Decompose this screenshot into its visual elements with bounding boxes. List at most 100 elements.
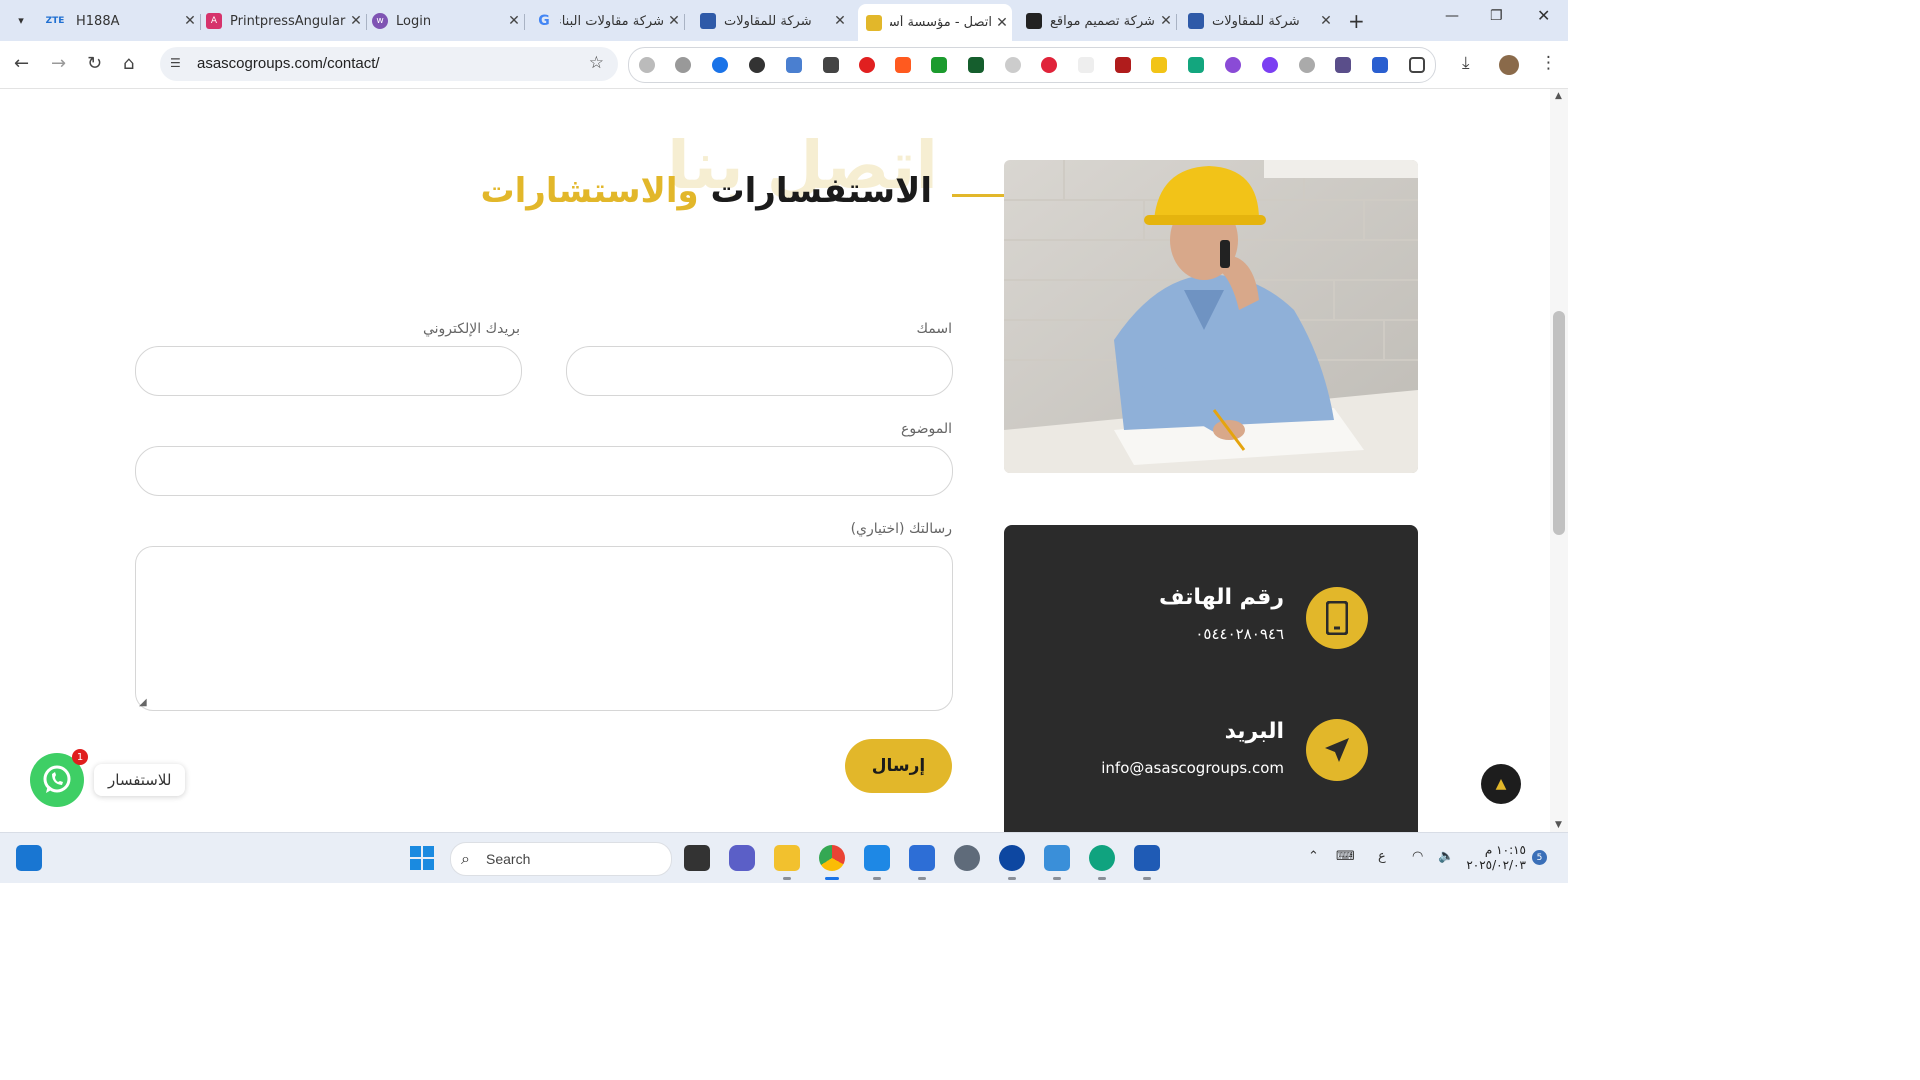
chatgpt-icon[interactable] (1089, 845, 1115, 871)
whatsapp-icon (43, 765, 71, 793)
extension-icon[interactable] (1151, 57, 1167, 73)
chevron-up-icon[interactable]: ⌃ (1308, 849, 1319, 864)
reload-icon[interactable]: ↻ (87, 53, 102, 74)
minimize-icon[interactable]: — (1445, 8, 1459, 24)
avatar[interactable] (1499, 55, 1519, 75)
whatsapp-label[interactable]: للاستفسار (94, 764, 186, 796)
browser-tab[interactable]: شركة للمقاولات ✕ (1188, 6, 1336, 36)
page-scrollbar[interactable]: ▲ ▼ (1550, 89, 1568, 832)
resize-handle-icon[interactable]: ◢ (139, 697, 147, 708)
message-textarea[interactable]: ◢ (135, 546, 953, 711)
system-clock[interactable]: ١٠:١٥ م ٢٠٢٥/٠٢/٠٣ (1466, 843, 1526, 873)
wifi-icon[interactable]: ◠ (1412, 849, 1423, 864)
extension-icon[interactable] (675, 57, 691, 73)
close-icon[interactable]: ✕ (664, 13, 684, 29)
word-icon[interactable] (1134, 845, 1160, 871)
scroll-down-icon[interactable]: ▼ (1555, 820, 1562, 830)
close-icon[interactable]: ✕ (504, 13, 524, 29)
keyboard-icon[interactable]: ⌨ (1336, 849, 1355, 864)
start-windows-icon[interactable] (409, 845, 435, 871)
phone-value[interactable]: ٠٥٤٤٠٢٨٠٩٤٦ (1195, 625, 1284, 643)
email-value[interactable]: info@asascogroups.com (1101, 759, 1284, 777)
site-info-icon[interactable]: ☰ (170, 56, 181, 70)
restore-icon[interactable]: ❐ (1490, 8, 1503, 24)
chrome-icon[interactable] (819, 845, 845, 871)
back-icon[interactable]: ← (14, 53, 29, 74)
close-icon[interactable]: ✕ (180, 13, 200, 29)
browser-tab[interactable]: شركة للمقاولات ✕ (700, 6, 850, 36)
extension-icon[interactable] (1188, 57, 1204, 73)
send-button[interactable]: إرسال (845, 739, 952, 793)
task-view-icon[interactable] (684, 845, 710, 871)
extension-icon[interactable] (1078, 57, 1094, 73)
browser-tab[interactable]: ZTE H188A ✕ (42, 6, 201, 36)
address-bar[interactable]: ☰ asascogroups.com/contact/ ☆ (160, 47, 618, 81)
downloads-icon[interactable]: ⤓ (1462, 53, 1470, 73)
window-close-icon[interactable]: ✕ (1537, 6, 1550, 25)
media-player-icon[interactable] (999, 845, 1025, 871)
extension-icon[interactable] (749, 57, 765, 73)
home-icon[interactable]: ⌂ (123, 53, 134, 74)
phone-title: رقم الهاتف (1158, 585, 1284, 610)
extension-icon[interactable] (1262, 57, 1278, 73)
close-icon[interactable]: ✕ (830, 13, 850, 29)
name-input[interactable] (566, 346, 953, 396)
browser-tab-active[interactable]: اتصل - مؤسسة أساس ✕ (858, 4, 1012, 41)
browser-tab[interactable]: شركة تصميم مواقع ✕ (1026, 6, 1177, 36)
adblock-icon[interactable] (1041, 57, 1057, 73)
search-icon: ⌕ (461, 849, 470, 868)
vscode-icon[interactable] (864, 845, 890, 871)
extension-icon[interactable] (786, 57, 802, 73)
page-title: الاستفسارات والاستشارات (480, 171, 932, 211)
woo-icon: w (372, 13, 388, 29)
powershell-icon[interactable] (909, 845, 935, 871)
input-language[interactable]: ع (1378, 849, 1386, 864)
scroll-up-icon[interactable]: ▲ (1555, 91, 1562, 101)
extension-icon[interactable] (859, 57, 875, 73)
new-tab-button[interactable]: + (1348, 9, 1365, 33)
menu-kebab-icon[interactable]: ⋮ (1540, 53, 1557, 73)
volume-icon[interactable]: 🔈 (1438, 849, 1454, 864)
taskbar-search[interactable]: ⌕ Search (450, 842, 672, 876)
site-icon (1188, 13, 1204, 29)
download-arrow-icon[interactable] (931, 57, 947, 73)
close-icon[interactable]: ✕ (992, 15, 1012, 31)
close-icon[interactable]: ✕ (346, 13, 366, 29)
extension-icon[interactable] (1299, 57, 1315, 73)
browser-tab[interactable]: w Login ✕ (372, 6, 525, 36)
angular-icon: A (206, 13, 222, 29)
tab-search-button[interactable]: ▾ (8, 8, 34, 32)
extension-icon[interactable] (1225, 57, 1241, 73)
url-text[interactable]: asascogroups.com/contact/ (197, 55, 380, 72)
bookmark-star-icon[interactable]: ☆ (589, 53, 604, 73)
extension-icon[interactable] (895, 57, 911, 73)
google-icon: G (538, 13, 550, 29)
extension-icon[interactable] (1335, 57, 1351, 73)
subject-input[interactable] (135, 446, 953, 496)
scrollbar-thumb[interactable] (1553, 311, 1565, 535)
forward-icon[interactable]: → (51, 53, 66, 74)
scroll-to-top-button[interactable]: ▲ (1481, 764, 1521, 804)
browser-tab[interactable]: A PrintpressAngular ✕ (206, 6, 367, 36)
extension-icon[interactable] (639, 57, 655, 73)
browser-tab[interactable]: G شركة مقاولات البناء ✕ (536, 6, 685, 36)
settings-gear-icon[interactable] (954, 845, 980, 871)
email-input[interactable] (135, 346, 522, 396)
teams-icon[interactable] (729, 845, 755, 871)
name-label: اسمك (916, 321, 952, 337)
widgets-icon[interactable] (16, 845, 42, 871)
notification-count[interactable]: 5 (1532, 850, 1547, 865)
extension-icon[interactable] (968, 57, 984, 73)
zte-icon: ZTE (45, 16, 65, 26)
close-icon[interactable]: ✕ (1156, 13, 1176, 29)
extension-icon[interactable] (712, 57, 728, 73)
photos-icon[interactable] (1044, 845, 1070, 871)
page-content: اتصل بنا الاستفسارات والاستشارات اسمك بر… (0, 89, 1550, 832)
puzzle-icon[interactable] (1409, 57, 1425, 73)
extension-icon[interactable] (1005, 57, 1021, 73)
extension-icon[interactable] (1115, 57, 1131, 73)
extension-icon[interactable] (1372, 57, 1388, 73)
file-explorer-icon[interactable] (774, 845, 800, 871)
qr-icon[interactable] (823, 57, 839, 73)
close-icon[interactable]: ✕ (1316, 13, 1336, 29)
